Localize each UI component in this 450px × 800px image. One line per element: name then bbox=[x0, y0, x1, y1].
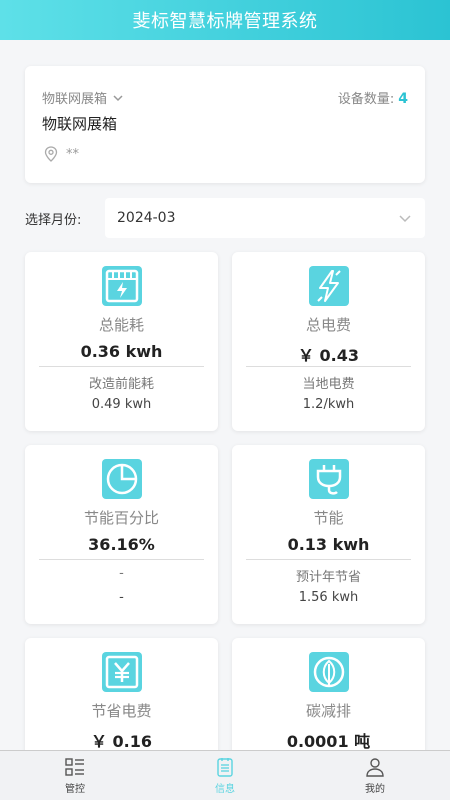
device-location: ** bbox=[44, 146, 79, 162]
stat-sub-value: 0.49 kwh bbox=[91, 397, 152, 412]
divider bbox=[246, 559, 411, 560]
divider bbox=[246, 366, 411, 367]
stat-title: 节能 bbox=[313, 509, 344, 527]
location-pin-icon bbox=[44, 146, 58, 162]
stat-value: ￥ 0.43 bbox=[297, 346, 360, 365]
stat-title: 总能耗 bbox=[98, 316, 144, 334]
stat-value: 0.36 kwh bbox=[80, 342, 163, 361]
nav-label: 信息 bbox=[215, 784, 235, 795]
stat-title: 碳减排 bbox=[305, 702, 351, 720]
bottom-nav: 管控 信息 我的 bbox=[0, 750, 450, 800]
stat-card-total-energy: 总能耗 0.36 kwh 改造前能耗 0.49 kwh bbox=[25, 252, 218, 431]
stat-value: 36.16% bbox=[88, 535, 155, 554]
stat-title: 节能百分比 bbox=[83, 509, 159, 527]
lightning-icon bbox=[309, 266, 349, 306]
nav-label: 管控 bbox=[65, 784, 85, 795]
divider bbox=[39, 366, 204, 367]
month-label: 选择月份: bbox=[25, 212, 82, 228]
month-row: 选择月份: 2024-03 bbox=[25, 198, 425, 238]
pie-chart-icon bbox=[102, 459, 142, 499]
stat-value: ￥ 0.16 bbox=[90, 732, 153, 751]
yen-icon bbox=[102, 652, 142, 692]
device-card: 物联网展箱 设备数量: 4 物联网展箱 ** bbox=[25, 66, 425, 183]
divider bbox=[39, 559, 204, 560]
stat-sub-value: - bbox=[119, 590, 124, 605]
nav-item-control[interactable]: 管控 bbox=[0, 751, 150, 800]
chevron-down-icon bbox=[399, 215, 411, 223]
stat-card-energy-saved: 节能 0.13 kwh 预计年节省 1.56 kwh bbox=[232, 445, 425, 624]
nav-label: 我的 bbox=[365, 784, 385, 795]
stat-value: 0.0001 吨 bbox=[286, 732, 371, 751]
device-selector[interactable]: 物联网展箱 bbox=[42, 88, 125, 107]
device-count: 设备数量: 4 bbox=[338, 88, 408, 107]
device-selector-label: 物联网展箱 bbox=[42, 92, 108, 107]
app-header: 斐标智慧标牌管理系统 bbox=[0, 0, 450, 40]
stat-sub-value: 1.2/kwh bbox=[302, 397, 355, 412]
document-icon bbox=[217, 758, 233, 777]
stat-value: 0.13 kwh bbox=[287, 535, 370, 554]
nav-item-info[interactable]: 信息 bbox=[150, 751, 300, 800]
stat-title: 总电费 bbox=[305, 316, 351, 334]
stat-title: 节省电费 bbox=[91, 702, 152, 720]
device-name: 物联网展箱 bbox=[42, 115, 118, 133]
stat-sub-label: 预计年节省 bbox=[295, 570, 361, 585]
stat-card-total-cost: 总电费 ￥ 0.43 当地电费 1.2/kwh bbox=[232, 252, 425, 431]
user-icon bbox=[366, 758, 384, 777]
stat-sub-label: - bbox=[119, 566, 124, 581]
app-title: 斐标智慧标牌管理系统 bbox=[132, 11, 318, 32]
stat-card-saving-percent: 节能百分比 36.16% - - bbox=[25, 445, 218, 624]
meter-icon bbox=[102, 266, 142, 306]
device-count-value: 4 bbox=[398, 91, 408, 107]
leaf-icon bbox=[309, 652, 349, 692]
month-value: 2024-03 bbox=[117, 210, 176, 226]
month-select[interactable]: 2024-03 bbox=[105, 198, 425, 238]
stat-sub-value: 1.56 kwh bbox=[298, 590, 359, 605]
grid-list-icon bbox=[65, 758, 84, 776]
stat-sub-label: 改造前能耗 bbox=[88, 377, 154, 392]
device-location-text: ** bbox=[66, 146, 79, 162]
chevron-down-icon bbox=[113, 94, 123, 101]
device-count-label: 设备数量: bbox=[337, 92, 395, 107]
plug-icon bbox=[309, 459, 349, 499]
stat-sub-label: 当地电费 bbox=[302, 377, 355, 392]
nav-item-profile[interactable]: 我的 bbox=[300, 751, 450, 800]
